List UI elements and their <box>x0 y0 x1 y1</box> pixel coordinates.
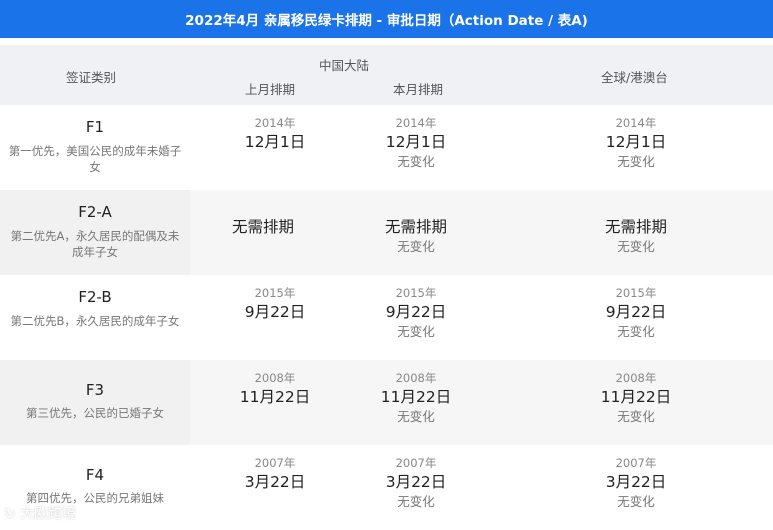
global-cell: 2014年 12月1日 无变化 <box>561 115 711 171</box>
year-label: 2008年 <box>254 371 296 385</box>
date-value: 11月22日 <box>239 388 311 406</box>
year-label: 2007年 <box>615 456 657 470</box>
year-label: 2015年 <box>395 286 437 300</box>
year-label: 2008年 <box>615 371 657 385</box>
date-value: 12月1日 <box>244 133 306 151</box>
last-month-cell: 2007年 3月22日 <box>200 455 350 493</box>
date-value: 3月22日 <box>244 473 306 491</box>
this-month-cell: 2008年 11月22日 无变化 <box>341 370 491 426</box>
table-row: F3 第三优先，公民的已婚子女 2008年 11月22日 2008年 11月22… <box>0 360 773 445</box>
change-status: 无变化 <box>397 239 435 254</box>
date-value: 11月22日 <box>600 388 672 406</box>
global-cell: 无需排期 无变化 <box>561 216 711 256</box>
last-month-cell: 无需排期 <box>188 216 338 238</box>
change-status: 无变化 <box>397 324 435 339</box>
header-category: 签证类别 <box>66 70 117 85</box>
change-status: 无变化 <box>397 409 435 424</box>
date-value: 9月22日 <box>244 303 306 321</box>
change-status: 无变化 <box>617 409 655 424</box>
year-label: 2015年 <box>615 286 657 300</box>
category-code: F1 <box>85 118 105 136</box>
category-cell: F2-B 第二优先B，永久居民的成年子女 <box>0 275 190 360</box>
this-month-cell: 2014年 12月1日 无变化 <box>341 115 491 171</box>
watermark: ↻ 大欧跨境 <box>4 503 76 523</box>
date-value: 11月22日 <box>380 388 452 406</box>
last-month-cell: 2015年 9月22日 <box>200 285 350 323</box>
last-month-cell: 2014年 12月1日 <box>200 115 350 153</box>
category-code: F2-A <box>78 203 112 221</box>
year-label: 2015年 <box>254 286 296 300</box>
category-desc: 第二优先A，永久居民的配偶及未成年子女 <box>10 229 180 259</box>
year-label: 2014年 <box>395 116 437 130</box>
global-cell: 2015年 9月22日 无变化 <box>561 285 711 341</box>
category-cell: F2-A 第二优先A，永久居民的配偶及未成年子女 <box>0 190 190 275</box>
date-value: 无需排期 <box>604 218 667 236</box>
table-row: F2-A 第二优先A，永久居民的配偶及未成年子女 无需排期 无需排期 无变化 无… <box>0 190 773 275</box>
change-status: 无变化 <box>617 324 655 339</box>
watermark-text: 大欧跨境 <box>20 506 77 522</box>
last-month-cell: 2008年 11月22日 <box>200 370 350 408</box>
this-month-cell: 2007年 3月22日 无变化 <box>341 455 491 511</box>
table-row: F1 第一优先，美国公民的成年未婚子女 2014年 12月1日 2014年 12… <box>0 105 773 190</box>
global-cell: 2007年 3月22日 无变化 <box>561 455 711 511</box>
change-status: 无变化 <box>617 494 655 509</box>
header-china: 中国大陆 <box>319 58 370 73</box>
category-cell: F3 第三优先，公民的已婚子女 <box>0 360 190 445</box>
year-label: 2014年 <box>254 116 296 130</box>
year-label: 2007年 <box>254 456 296 470</box>
category-desc: 第一优先，美国公民的成年未婚子女 <box>8 144 182 174</box>
this-month-cell: 无需排期 无变化 <box>341 216 491 256</box>
category-code: F3 <box>85 381 105 399</box>
change-status: 无变化 <box>617 239 655 254</box>
category-cell: F1 第一优先，美国公民的成年未婚子女 <box>0 105 190 190</box>
date-value: 3月22日 <box>385 473 447 491</box>
this-month-cell: 2015年 9月22日 无变化 <box>341 285 491 341</box>
category-desc: 第三优先，公民的已婚子女 <box>26 406 164 420</box>
header-global: 全球/港澳台 <box>601 70 668 85</box>
table-row: F4 第四优先，公民的兄弟姐妹 2007年 3月22日 2007年 3月22日 … <box>0 445 773 530</box>
change-status: 无变化 <box>397 154 435 169</box>
date-value: 无需排期 <box>384 218 447 236</box>
date-value: 12月1日 <box>605 133 667 151</box>
table-header: 签证类别 中国大陆 上月排期 本月排期 全球/港澳台 <box>0 45 773 105</box>
category-desc: 第二优先B，永久居民的成年子女 <box>10 314 180 328</box>
global-cell: 2008年 11月22日 无变化 <box>561 370 711 426</box>
date-value: 3月22日 <box>605 473 667 491</box>
change-status: 无变化 <box>397 494 435 509</box>
date-value: 9月22日 <box>385 303 447 321</box>
category-code: F4 <box>85 466 105 484</box>
year-label: 2008年 <box>395 371 437 385</box>
year-label: 2014年 <box>615 116 657 130</box>
header-this-month: 本月排期 <box>393 82 444 97</box>
year-label: 2007年 <box>395 456 437 470</box>
watermark-logo-icon: ↻ <box>4 506 21 522</box>
header-last-month: 上月排期 <box>245 82 296 97</box>
table-title: 2022年4月 亲属移民绿卡排期 - 审批日期（Action Date / 表A… <box>0 0 773 38</box>
date-value: 无需排期 <box>231 218 294 236</box>
category-code: F2-B <box>78 288 112 306</box>
change-status: 无变化 <box>617 154 655 169</box>
date-value: 9月22日 <box>605 303 667 321</box>
table-row: F2-B 第二优先B，永久居民的成年子女 2015年 9月22日 2015年 9… <box>0 275 773 360</box>
date-value: 12月1日 <box>385 133 447 151</box>
